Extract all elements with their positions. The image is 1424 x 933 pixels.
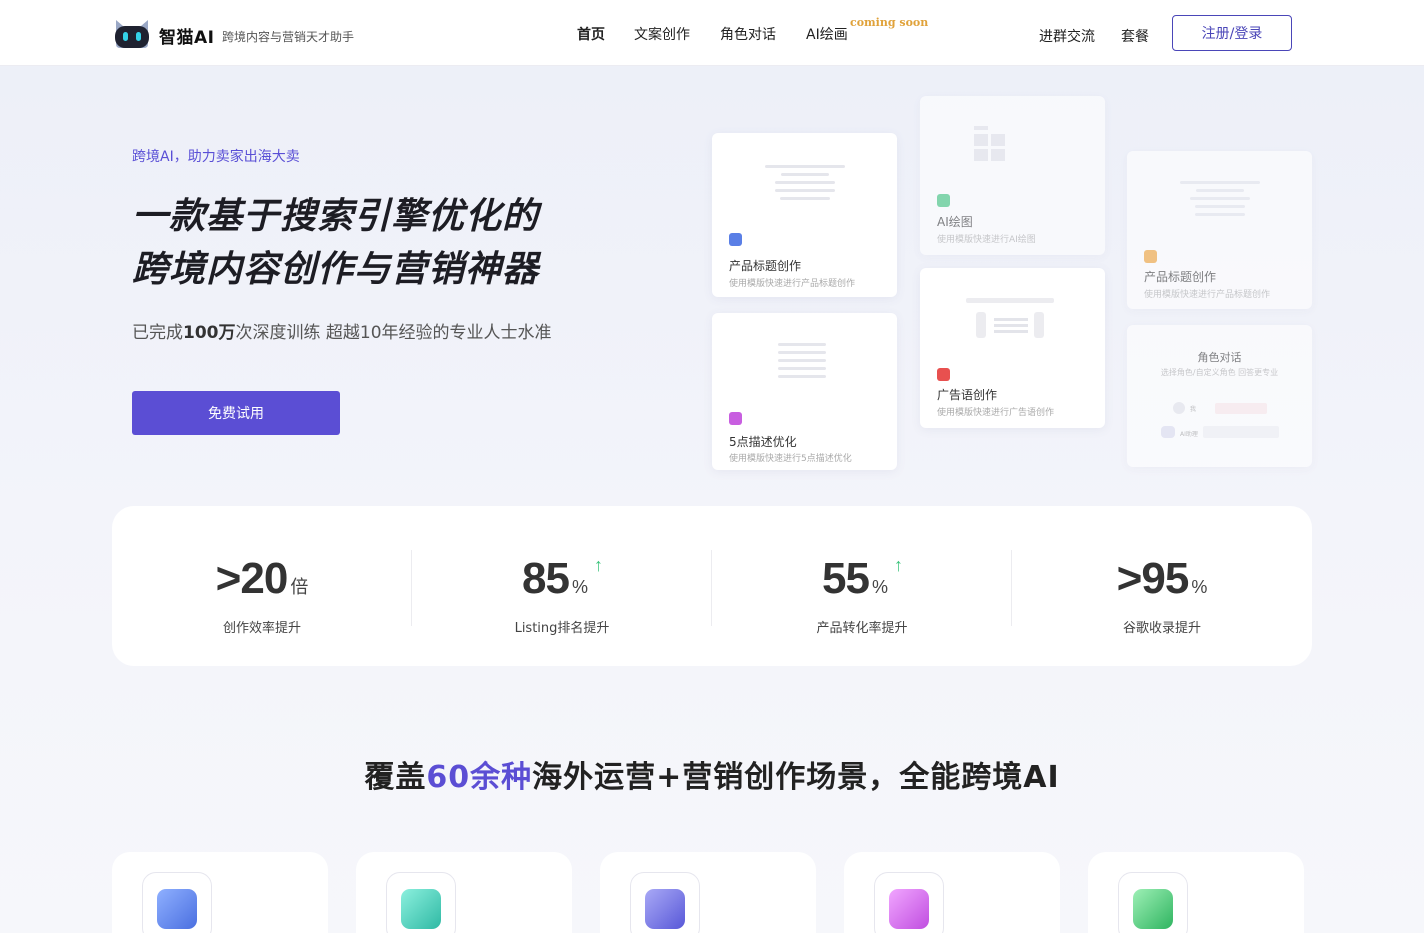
stat-label: 创作效率提升 bbox=[222, 621, 301, 636]
feature-card-title: 角色对话 bbox=[1197, 351, 1242, 364]
section-title-suffix: 海外运营+营销创作场景，全能跨境AI bbox=[532, 760, 1060, 795]
hero-sub-suffix: 次深度训练 超越10年经验的专业人士水准 bbox=[235, 323, 552, 343]
stat-label: 产品转化率提升 bbox=[816, 621, 908, 636]
brand-slogan: 跨境内容与营销天才助手 bbox=[222, 30, 355, 44]
feature-card-desc: 使用模版快速进行广告语创作 bbox=[937, 408, 1055, 418]
nav-pricing[interactable]: 套餐 bbox=[1121, 26, 1149, 46]
stat-value: 55 bbox=[822, 554, 870, 603]
hero-kicker: 跨境AI，助力卖家出海大卖 bbox=[132, 149, 300, 165]
placeholder-lines-icon bbox=[762, 165, 848, 205]
stat-google-index: >95% 谷歌收录提升 bbox=[1012, 506, 1312, 666]
feature-card-product-title-2[interactable]: 产品标题创作 使用模版快速进行产品标题创作 bbox=[1127, 151, 1312, 309]
feature-card-desc: 使用模版快速进行产品标题创作 bbox=[1144, 290, 1271, 300]
nav-ai-drawing[interactable]: AI绘画 bbox=[806, 24, 848, 44]
edit-icon bbox=[142, 872, 212, 933]
stat-prefix: > bbox=[215, 554, 242, 603]
nav-home[interactable]: 首页 bbox=[577, 24, 605, 44]
user-avatar-icon bbox=[1173, 402, 1185, 414]
feature-card-title: 广告语创作 bbox=[937, 388, 998, 402]
rocket-icon bbox=[386, 872, 456, 933]
feature-card-ad-slogan[interactable]: 广告语创作 使用模版快速进行广告语创作 bbox=[920, 268, 1105, 428]
stats-panel: >20 倍 创作效率提升 85 %↑ Listing排名提升 55 %↑ 产品转化率提… bbox=[112, 506, 1312, 666]
feature-card-role-chat[interactable]: 角色对话 选择角色/自定义角色 回答更专业 我 AI助理 bbox=[1127, 325, 1312, 467]
ai-avatar-icon bbox=[1161, 426, 1175, 438]
scenario-card[interactable] bbox=[1088, 852, 1304, 933]
placeholder-lines-icon bbox=[1177, 181, 1263, 221]
section-title-prefix: 覆盖 bbox=[364, 760, 427, 795]
chat-bubble bbox=[1215, 403, 1267, 414]
section-title-highlight: 60余种 bbox=[426, 760, 533, 795]
stat-value: 20 bbox=[240, 554, 288, 603]
cat-logo-icon[interactable] bbox=[112, 16, 152, 50]
chat-me-label: 我 bbox=[1190, 406, 1197, 413]
bag-icon bbox=[874, 872, 944, 933]
hero-sub-bold: 100万 bbox=[183, 323, 236, 343]
stat-listing-rank: 85 %↑ Listing排名提升 bbox=[412, 506, 712, 666]
stat-number: 85 %↑ bbox=[412, 554, 712, 604]
feature-card-desc: 使用模版快速进行5点描述优化 bbox=[729, 454, 852, 464]
section-title: 覆盖60余种海外运营+营销创作场景，全能跨境AI bbox=[0, 752, 1424, 796]
feature-card-title: AI绘图 bbox=[937, 215, 973, 229]
stat-number: >95% bbox=[1012, 554, 1312, 604]
document-icon bbox=[1144, 250, 1157, 263]
feature-card-desc: 使用模版快速进行AI绘图 bbox=[937, 235, 1036, 245]
chat-bubble bbox=[1203, 426, 1279, 438]
stat-conversion: 55 %↑ 产品转化率提升 bbox=[712, 506, 1012, 666]
stat-label: Listing排名提升 bbox=[514, 621, 610, 636]
feature-card-bullet-points[interactable]: 5点描述优化 使用模版快速进行5点描述优化 bbox=[712, 313, 897, 470]
stat-number: 55 %↑ bbox=[712, 554, 1012, 604]
stat-prefix: > bbox=[1116, 554, 1143, 603]
hero-headline-line2: 跨境内容创作与营销神器 bbox=[132, 249, 540, 290]
scenario-card[interactable] bbox=[112, 852, 328, 933]
nav-role-chat[interactable]: 角色对话 bbox=[720, 24, 776, 44]
brand-name[interactable]: 智猫AI bbox=[159, 23, 214, 48]
cards-icon bbox=[729, 233, 742, 246]
document-icon bbox=[630, 872, 700, 933]
hero-sub-prefix: 已完成 bbox=[132, 323, 183, 343]
feature-card-product-title[interactable]: 产品标题创作 使用模版快速进行产品标题创作 bbox=[712, 133, 897, 297]
hero-subline: 已完成100万次深度训练 超越10年经验的专业人士水准 bbox=[132, 318, 552, 343]
hero-headline: 一款基于搜索引擎优化的 跨境内容创作与营销神器 bbox=[132, 190, 539, 296]
arrow-up-icon: ↑ bbox=[593, 555, 603, 575]
clipboard-icon bbox=[1118, 872, 1188, 933]
feature-card-title: 产品标题创作 bbox=[1144, 270, 1217, 284]
feature-card-title: 产品标题创作 bbox=[729, 259, 802, 273]
list-icon bbox=[729, 412, 742, 425]
feature-card-desc: 选择角色/自定义角色 回答更专业 bbox=[1160, 368, 1279, 377]
placeholder-lines-icon bbox=[774, 343, 830, 383]
nav-copywriting[interactable]: 文案创作 bbox=[634, 24, 690, 44]
image-grid-icon bbox=[974, 126, 1006, 162]
top-header: 智猫AI 跨境内容与营销天才助手 首页 文案创作 角色对话 AI绘画 comin… bbox=[0, 0, 1424, 66]
stat-unit: 倍 bbox=[290, 577, 309, 597]
coming-soon-badge: coming soon bbox=[850, 16, 929, 29]
arrow-up-icon: ↑ bbox=[893, 555, 903, 575]
nav-join-group[interactable]: 进群交流 bbox=[1039, 26, 1095, 46]
scenario-card[interactable] bbox=[600, 852, 816, 933]
stat-label: 谷歌收录提升 bbox=[1122, 621, 1201, 636]
ad-icon bbox=[937, 368, 950, 381]
feature-card-desc: 使用模版快速进行产品标题创作 bbox=[729, 279, 856, 289]
hero-headline-line1: 一款基于搜索引擎优化的 bbox=[132, 196, 540, 237]
stat-value: 95 bbox=[1141, 554, 1189, 603]
register-login-button[interactable]: 注册/登录 bbox=[1172, 15, 1292, 51]
stat-unit: % bbox=[1191, 577, 1208, 597]
image-icon bbox=[937, 194, 950, 207]
banner-placeholder-icon bbox=[966, 298, 1054, 342]
stat-unit: % bbox=[871, 577, 888, 597]
chat-ai-label: AI助理 bbox=[1180, 431, 1198, 438]
stat-value: 85 bbox=[522, 554, 570, 603]
feature-card-title: 5点描述优化 bbox=[729, 435, 797, 449]
stat-efficiency: >20 倍 创作效率提升 bbox=[112, 506, 412, 666]
feature-card-ai-drawing[interactable]: AI绘图 使用模版快速进行AI绘图 bbox=[920, 96, 1105, 255]
stat-number: >20 倍 bbox=[112, 554, 412, 604]
stat-unit: % bbox=[571, 577, 588, 597]
free-trial-button[interactable]: 免费试用 bbox=[132, 391, 340, 435]
scenario-card[interactable] bbox=[356, 852, 572, 933]
scenario-card[interactable] bbox=[844, 852, 1060, 933]
